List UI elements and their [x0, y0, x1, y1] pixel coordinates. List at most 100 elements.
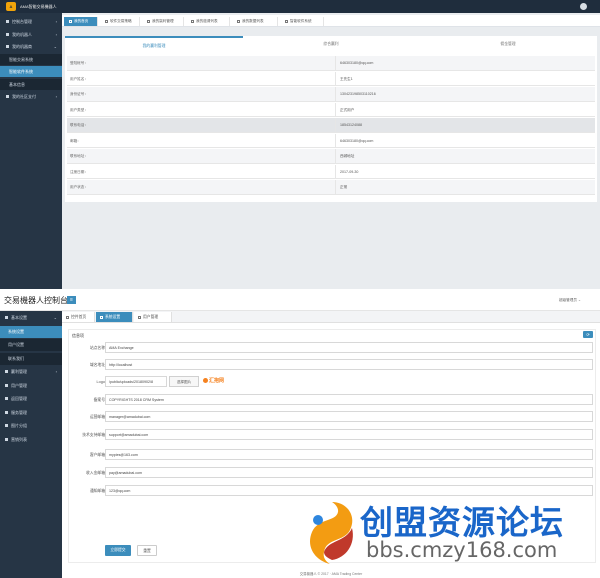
brand-name: AMA智能交易機器人: [20, 4, 57, 9]
detail-row: 联系电话： 18543124088: [67, 118, 595, 133]
user-avatar-icon[interactable]: [580, 3, 587, 10]
detail-row: 注册日期： 2017-09-30: [67, 164, 595, 179]
tab[interactable]: 系统设置: [96, 312, 133, 322]
tab-label: 用户管理: [143, 315, 159, 319]
sidebar-item[interactable]: 联系我们: [0, 352, 62, 365]
panel-member-dashboard: A AMA智能交易機器人 控制台管理 › 我的机器人 › 我的机器商 ⌄ 智能交易系统 智能软…: [0, 0, 600, 289]
menu-icon: [6, 95, 9, 99]
sidebar-item[interactable]: 服务管理: [0, 407, 62, 419]
detail-value: 正式用户: [335, 102, 354, 117]
tab[interactable]: 我的首页: [64, 17, 98, 26]
menu-toggle-icon[interactable]: ≡: [67, 296, 76, 304]
field-input[interactable]: pay@amadubai.com: [105, 467, 593, 478]
chevron-icon: ⌄: [53, 315, 57, 320]
form-row: 运营邮箱 manager@amadubai.com: [69, 409, 597, 425]
sidebar-item-label: 返回管理: [11, 396, 27, 401]
subtab-overall-profit[interactable]: 综合赢利: [243, 36, 419, 53]
sidebar-item[interactable]: 智能交易系统: [0, 53, 62, 65]
sidebar-item[interactable]: 我的机器商 ⌄: [0, 41, 62, 52]
tab[interactable]: 用户管理: [134, 312, 172, 322]
field-label: 技术支持邮箱: [82, 433, 105, 437]
form-row: 站点名称 AMA Exchange: [69, 340, 597, 356]
field-label: 通知邮箱: [89, 489, 105, 493]
menu-icon: [5, 424, 8, 428]
tab-label: 我的邀请列表: [196, 19, 218, 23]
field-input[interactable]: /public/uploads/20180902/8: [105, 376, 167, 387]
sidebar-item[interactable]: 返回管理: [0, 393, 62, 405]
menu-icon: [5, 410, 8, 414]
tab-icon: [191, 19, 194, 23]
subtab-profit[interactable]: 我的赢利管理: [65, 36, 243, 53]
sidebar-item[interactable]: 智能软件系统: [0, 66, 62, 77]
logo-preview: 汇抱网: [203, 377, 224, 384]
sidebar-item-label: 我的机器商: [12, 44, 32, 49]
sidebar-item-label: 用户管理: [11, 382, 27, 388]
sidebar-item[interactable]: 控制台管理 ›: [0, 16, 62, 27]
upload-image-button[interactable]: 选择图片: [169, 376, 199, 387]
subtab-commission[interactable]: 佣金管理: [419, 36, 597, 53]
field-input[interactable]: COPYRIGHTS 2018 CRM System: [105, 394, 593, 405]
field-label: 客户邮箱: [89, 453, 105, 457]
sidebar-item-label: 服务管理: [11, 409, 27, 415]
detail-row: 用户姓名： 王先生1: [67, 71, 595, 86]
sidebar-item[interactable]: 用户设置: [0, 339, 62, 351]
detail-value: 2017-09-30: [335, 164, 358, 179]
chevron-icon: ›: [55, 31, 57, 37]
detail-label: 注册日期：: [70, 169, 88, 174]
sidebar-item[interactable]: 赢利管理 ›: [0, 366, 62, 378]
brand-logo: A: [6, 2, 16, 11]
menu-icon: [6, 45, 9, 49]
tab-icon: [285, 19, 288, 23]
detail-value: 18543124088: [335, 118, 362, 133]
field-input[interactable]: mypies@163.com: [105, 449, 593, 460]
sidebar-item-label: 智能交易系统: [9, 56, 33, 62]
sidebar-item[interactable]: 基本信息: [0, 78, 62, 90]
footer: 交易機器人 © 2017 · AMA Trading Center: [299, 572, 363, 576]
field-input[interactable]: manager@amadubai.com: [105, 411, 593, 422]
menu-icon: [5, 437, 8, 441]
sidebar-item[interactable]: 我的机器人 ›: [0, 29, 62, 40]
chevron-icon: ⌄: [53, 44, 57, 49]
menu-icon: [6, 20, 9, 24]
field-input[interactable]: http://localhost: [105, 359, 593, 370]
tab[interactable]: 我的赢利管理: [142, 17, 184, 26]
field-label: 站点名称: [89, 346, 105, 350]
sidebar-item-label: 我的机器人: [12, 31, 32, 37]
sidebar-item[interactable]: 图片分组: [0, 420, 62, 432]
field-label: 收入金邮箱: [86, 471, 105, 475]
tab[interactable]: 软件交易策略: [100, 17, 140, 26]
admin-user-menu[interactable]: 超级管理员 ⌄: [559, 298, 581, 303]
refresh-icon[interactable]: ⟳: [583, 331, 593, 338]
field-input[interactable]: 123@qq.com: [105, 485, 593, 496]
form-title: 信息项: [72, 333, 84, 338]
sidebar-item[interactable]: 系统设置: [0, 325, 62, 338]
tab[interactable]: 控件首页: [62, 312, 95, 322]
reset-button[interactable]: 重置: [137, 545, 157, 556]
form-row: Logo/public/uploads/20180902/8 选择图片 汇抱网: [69, 374, 597, 390]
tab-bar: 我的首页 软件交易策略 我的赢利管理 我的邀请列表 我的数据列表 智能软件系统: [62, 15, 600, 27]
form-row: 收入金邮箱 pay@amadubai.com: [69, 465, 597, 481]
tab-label: 我的数据列表: [242, 19, 264, 23]
form-row: 域名地址 http://localhost: [69, 357, 597, 373]
detail-label: 用户类型：: [70, 107, 88, 112]
menu-icon: [5, 316, 8, 320]
field-input[interactable]: AMA Exchange: [105, 342, 593, 353]
sidebar-item-label: 控制台管理: [12, 19, 32, 24]
sidebar-item[interactable]: 营销列表: [0, 434, 62, 446]
save-button[interactable]: 立即提交: [105, 545, 131, 556]
tab[interactable]: 我的数据列表: [232, 17, 278, 26]
tab-label: 我的赢利管理: [152, 19, 174, 23]
menu-icon: [5, 397, 8, 401]
detail-label: 联系电话：: [70, 123, 88, 127]
sidebar-item[interactable]: 用户管理: [0, 380, 62, 392]
tab-icon: [237, 19, 240, 23]
sidebar-item[interactable]: 我的社区支付 ›: [0, 91, 62, 102]
logo-preview-icon: [203, 378, 208, 384]
sidebar-item[interactable]: 基本设置 ⌄: [0, 312, 62, 324]
tab[interactable]: 智能软件系统: [280, 17, 324, 26]
detail-label: 身份证号：: [70, 92, 88, 96]
detail-row: 邮箱： 646303180@qq.com: [67, 133, 595, 148]
field-input[interactable]: support@amadubai.com: [105, 429, 593, 440]
tab[interactable]: 我的邀请列表: [186, 17, 230, 26]
tab-icon: [147, 19, 150, 23]
